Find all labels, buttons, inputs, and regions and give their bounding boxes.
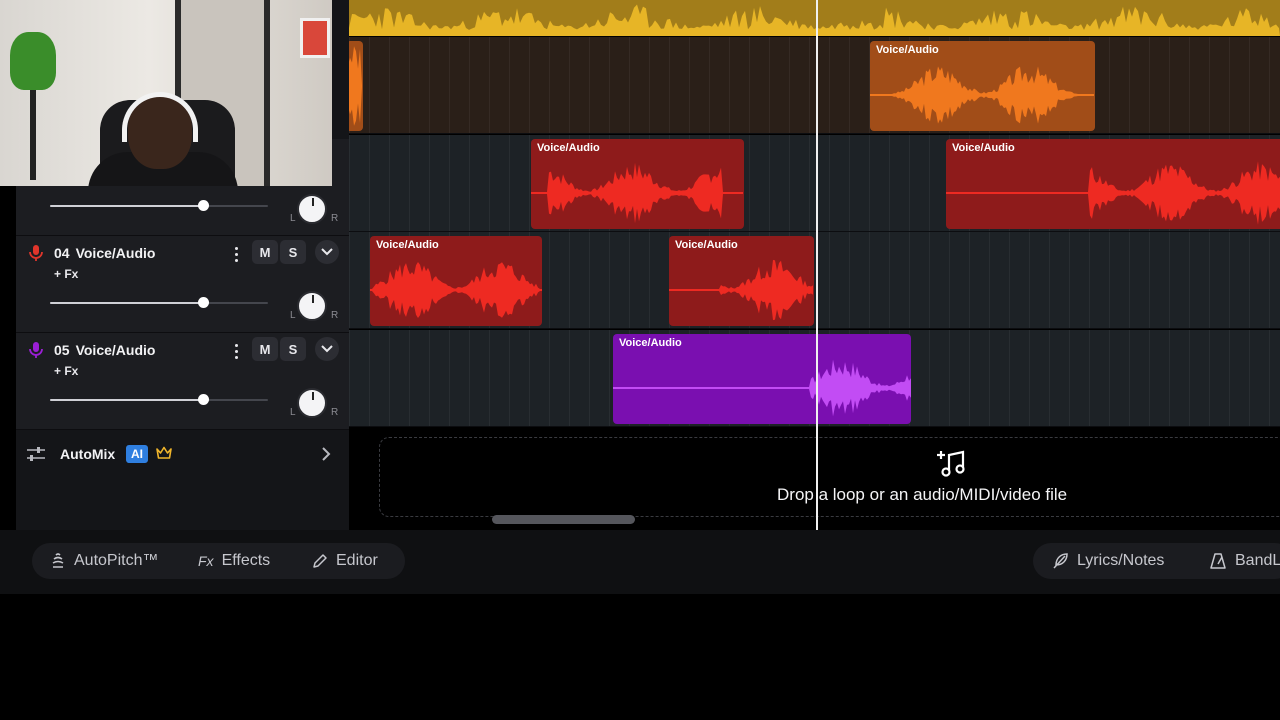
lyrics-notes-label: Lyrics/Notes [1077,552,1165,569]
editor-label: Editor [336,552,378,569]
more-icon[interactable] [230,341,242,361]
solo-button[interactable]: S [280,337,306,361]
pan-control[interactable]: L R [290,194,339,228]
autopitch-icon [52,553,64,568]
effects-label: Effects [221,552,271,569]
pan-knob[interactable] [297,388,327,418]
volume-thumb[interactable] [198,297,209,308]
volume-slider[interactable] [50,200,268,211]
track-row-05: 05 Voice/Audio M S + Fx L R [16,333,349,430]
lane-2[interactable]: Voice/Audio [349,37,1280,134]
expand-button[interactable] [315,240,339,264]
audio-clip[interactable]: Voice/Audio [613,334,911,424]
expand-button[interactable] [315,337,339,361]
add-fx-button[interactable]: + Fx [52,364,80,382]
chevron-down-icon [321,345,333,353]
lyrics-notes-button[interactable]: Lyrics/Notes [1051,543,1164,579]
master-waveform [349,0,1280,36]
volume-thumb[interactable] [198,200,209,211]
track-title[interactable]: 05 Voice/Audio [54,342,155,358]
pan-knob[interactable] [297,194,327,224]
fx-icon: Fx [198,553,214,569]
effects-button[interactable]: Fx Effects [198,543,270,579]
pan-right-label: R [331,407,339,418]
lane-3[interactable]: Voice/Audio Voice/Audio [349,135,1280,232]
track-number: 05 [54,342,70,358]
volume-fill [50,302,203,304]
crown-icon [156,446,172,459]
pan-right-label: R [331,213,339,224]
audio-clip[interactable] [349,41,363,131]
extras-group: Lyrics/Notes BandL [1033,543,1280,579]
clip-label: Voice/Audio [876,44,939,56]
pencil-icon [313,554,327,568]
audio-clip[interactable]: Voice/Audio [669,236,814,326]
tools-group: AutoPitch™ Fx Effects Editor [32,543,405,579]
track-name: Voice/Audio [75,245,156,261]
metronome-icon [1210,553,1226,569]
volume-slider[interactable] [50,297,268,308]
horizontal-scrollbar[interactable] [492,515,635,524]
track-number: 04 [54,245,70,261]
bandlab-label: BandL [1235,552,1280,569]
file-dropzone[interactable] [379,437,1280,517]
music-add-icon [937,450,965,477]
webcam-stand [30,90,36,180]
pan-left-label: L [290,310,296,321]
solo-button[interactable]: S [280,240,306,264]
mute-button[interactable]: M [252,337,278,361]
webcam-overlay [0,0,332,186]
audio-clip[interactable]: Voice/Audio [946,139,1280,229]
webcam-frame [300,18,330,58]
volume-fill [50,399,203,401]
audio-clip[interactable]: Voice/Audio [870,41,1095,131]
pan-left-label: L [290,407,296,418]
bottom-toolbar: AutoPitch™ Fx Effects Editor Lyrics/Note… [0,530,1280,594]
editor-button[interactable]: Editor [312,543,378,579]
clip-label: Voice/Audio [952,142,1015,154]
volume-thumb[interactable] [198,394,209,405]
sliders-icon [27,447,45,461]
mic-icon [29,342,43,358]
clip-label: Voice/Audio [675,239,738,251]
add-fx-button[interactable]: + Fx [52,267,80,285]
chevron-right-icon[interactable] [320,446,332,462]
bandlab-button[interactable]: BandL [1209,543,1280,579]
volume-fill [50,205,203,207]
clip-label: Voice/Audio [619,337,682,349]
mute-button[interactable]: M [252,240,278,264]
ai-badge: AI [126,445,148,463]
autopitch-button[interactable]: AutoPitch™ [50,543,158,579]
volume-slider[interactable] [50,394,268,405]
track-row-04: 04 Voice/Audio M S + Fx L R [16,236,349,333]
clip-label: Voice/Audio [376,239,439,251]
more-icon[interactable] [230,244,242,264]
chevron-down-icon [321,248,333,256]
pan-control[interactable]: L R [290,388,339,422]
timeline[interactable]: Voice/Audio Voice/Audio Voice/Audio Voic… [349,0,1280,530]
audio-clip[interactable]: Voice/Audio [370,236,542,326]
track-name: Voice/Audio [75,342,156,358]
pan-right-label: R [331,310,339,321]
autopitch-label: AutoPitch™ [74,552,159,569]
lane-4[interactable]: Voice/Audio Voice/Audio [349,232,1280,329]
clip-label: Voice/Audio [537,142,600,154]
dropzone-text: Drop a loop or an audio/MIDI/video file [777,485,1068,504]
lane-5[interactable]: Voice/Audio [349,330,1280,427]
mic-icon [29,245,43,261]
audio-clip[interactable]: Voice/Audio [531,139,744,229]
pan-control[interactable]: L R [290,291,339,325]
automix-label: AutoMix [60,446,116,462]
pan-left-label: L [290,213,296,224]
track-title[interactable]: 04 Voice/Audio [54,245,155,261]
automix-row[interactable]: AutoMix AI [16,432,349,476]
feather-icon [1053,553,1068,569]
pan-knob[interactable] [297,291,327,321]
playhead[interactable] [816,0,818,530]
webcam-plant [10,32,56,90]
